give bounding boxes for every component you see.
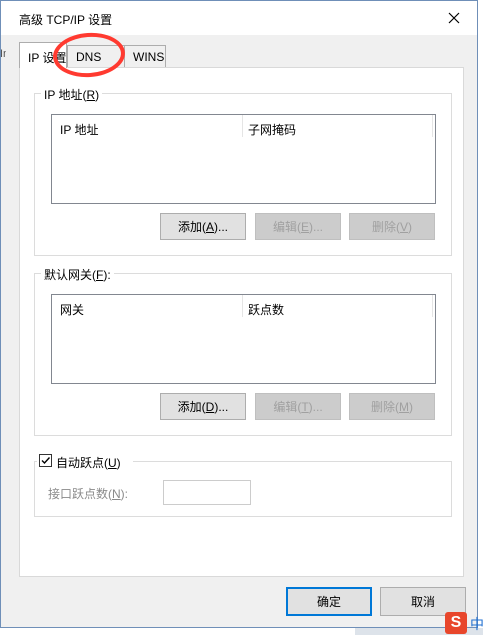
close-icon <box>448 12 460 24</box>
column-separator <box>432 115 433 137</box>
ok-button[interactable]: 确定 <box>286 587 372 616</box>
auto-metric-checkbox[interactable] <box>39 454 52 467</box>
ip-settings-panel: IP 地址(R) IP 地址 子网掩码 添加(A)... 编辑(E)... 删除… <box>19 67 464 577</box>
metric-column-header[interactable]: 跃点数 <box>248 301 284 318</box>
tab-wins-label: WINS <box>133 50 165 64</box>
gateway-list[interactable]: 网关 跃点数 <box>51 294 436 384</box>
default-gateway-group-legend: 默认网关(F): <box>41 266 114 283</box>
checkmark-icon <box>41 457 51 465</box>
ip-address-column-header[interactable]: IP 地址 <box>60 121 98 138</box>
edit-gateway-button[interactable]: 编辑(T)... <box>255 393 341 420</box>
auto-metric-legend: 自动跃点(U) <box>37 453 133 471</box>
metric-group: 自动跃点(U) 接口跃点数(N): <box>34 453 452 517</box>
column-separator <box>242 295 243 317</box>
interface-metric-label: 接口跃点数(N): <box>48 487 129 501</box>
default-gateway-group: 默认网关(F): 网关 跃点数 添加(D)... 编辑(T)... 删除(M) <box>34 266 452 436</box>
ip-address-group: IP 地址(R) IP 地址 子网掩码 添加(A)... 编辑(E)... 删除… <box>34 86 452 256</box>
ok-button-label: 确定 <box>316 595 341 609</box>
advanced-tcpip-dialog: 高级 TCP/IP 设置 IP 设置 DNS WINS IP 地址(R) IP … <box>0 0 478 628</box>
auto-metric-label[interactable]: 自动跃点(U) <box>56 454 121 471</box>
delete-gateway-button[interactable]: 删除(M) <box>349 393 435 420</box>
ime-mode-label[interactable]: 中 <box>470 614 483 634</box>
add-ip-button[interactable]: 添加(A)... <box>160 213 246 240</box>
interface-metric-input[interactable] <box>163 480 251 505</box>
gateway-column-header[interactable]: 网关 <box>60 301 84 318</box>
column-separator <box>242 115 243 137</box>
dialog-title: 高级 TCP/IP 设置 <box>19 13 113 27</box>
tab-wins[interactable]: WINS <box>124 45 166 67</box>
close-button[interactable] <box>431 1 477 35</box>
ip-address-list[interactable]: IP 地址 子网掩码 <box>51 114 436 204</box>
subnet-mask-column-header[interactable]: 子网掩码 <box>248 121 296 138</box>
edit-ip-button[interactable]: 编辑(E)... <box>255 213 341 240</box>
cancel-button-label: 取消 <box>410 595 435 609</box>
ip-address-group-legend: IP 地址(R) <box>41 86 103 103</box>
sogou-ime-icon[interactable]: S <box>445 612 467 634</box>
column-separator <box>432 295 433 317</box>
delete-ip-button[interactable]: 删除(V) <box>349 213 435 240</box>
title-bar: 高级 TCP/IP 设置 <box>1 1 477 35</box>
ime-icon-letter: S <box>450 614 462 631</box>
background-window-peek: In <box>0 48 6 60</box>
add-gateway-button[interactable]: 添加(D)... <box>160 393 246 420</box>
